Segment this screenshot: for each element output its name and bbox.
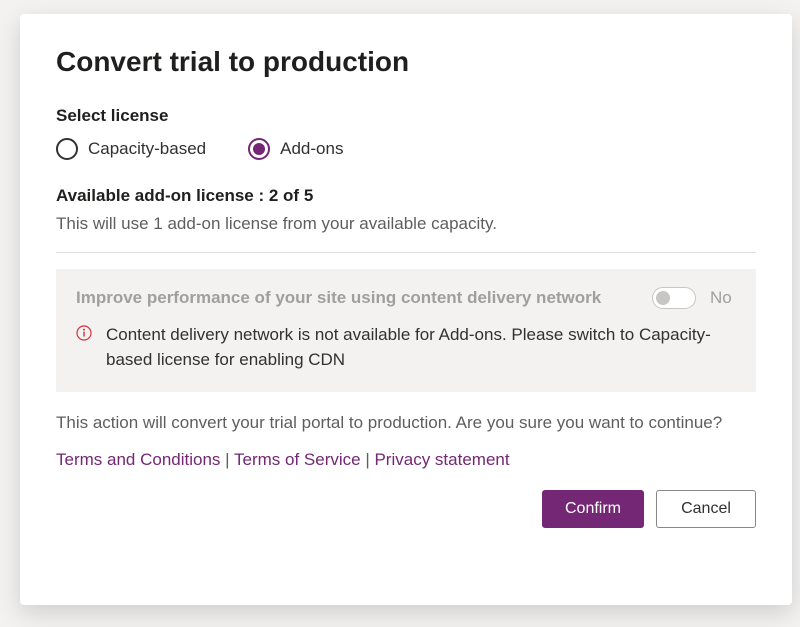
radio-add-ons[interactable]: Add-ons — [248, 138, 343, 160]
radio-capacity-based[interactable]: Capacity-based — [56, 138, 206, 160]
cdn-info-panel: Improve performance of your site using c… — [56, 269, 756, 392]
cdn-label: Improve performance of your site using c… — [76, 288, 638, 308]
terms-conditions-link[interactable]: Terms and Conditions — [56, 450, 220, 469]
available-license-label: Available add-on license : 2 of 5 — [56, 186, 756, 206]
dialog-title: Convert trial to production — [56, 46, 756, 78]
license-usage-text: This will use 1 add-on license from your… — [56, 214, 756, 234]
divider — [56, 252, 756, 253]
dialog-button-row: Confirm Cancel — [56, 490, 756, 528]
confirm-text: This action will convert your trial port… — [56, 410, 756, 436]
radio-add-ons-label: Add-ons — [280, 139, 343, 159]
privacy-link[interactable]: Privacy statement — [374, 450, 509, 469]
cdn-toggle-row: Improve performance of your site using c… — [76, 287, 736, 309]
cdn-toggle-state: No — [710, 288, 736, 308]
confirm-button[interactable]: Confirm — [542, 490, 644, 528]
radio-icon-selected — [248, 138, 270, 160]
toggle-knob-icon — [656, 291, 670, 305]
legal-links: Terms and Conditions | Terms of Service … — [56, 450, 756, 470]
convert-trial-dialog: Convert trial to production Select licen… — [20, 14, 792, 605]
cdn-warning-row: Content delivery network is not availabl… — [76, 323, 736, 372]
radio-icon — [56, 138, 78, 160]
license-radio-group: Capacity-based Add-ons — [56, 138, 756, 160]
info-icon — [76, 325, 92, 346]
cancel-button[interactable]: Cancel — [656, 490, 756, 528]
cdn-toggle[interactable] — [652, 287, 696, 309]
terms-service-link[interactable]: Terms of Service — [234, 450, 361, 469]
radio-capacity-based-label: Capacity-based — [88, 139, 206, 159]
cdn-warning-text: Content delivery network is not availabl… — [106, 323, 736, 372]
select-license-label: Select license — [56, 106, 756, 126]
separator: | — [225, 450, 234, 469]
